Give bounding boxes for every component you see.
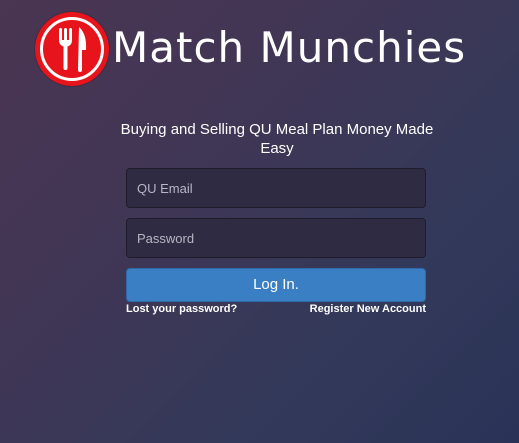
fork-knife-icon bbox=[59, 27, 87, 72]
lost-password-link[interactable]: Lost your password? bbox=[126, 303, 237, 315]
email-field[interactable] bbox=[126, 168, 426, 208]
tagline: Buying and Selling QU Meal Plan Money Ma… bbox=[120, 121, 434, 157]
password-field[interactable] bbox=[126, 218, 426, 258]
register-account-link[interactable]: Register New Account bbox=[310, 303, 426, 315]
logo bbox=[35, 12, 109, 86]
login-button[interactable]: Log In. bbox=[126, 268, 426, 302]
brand-title: Match Munchies bbox=[112, 23, 467, 72]
